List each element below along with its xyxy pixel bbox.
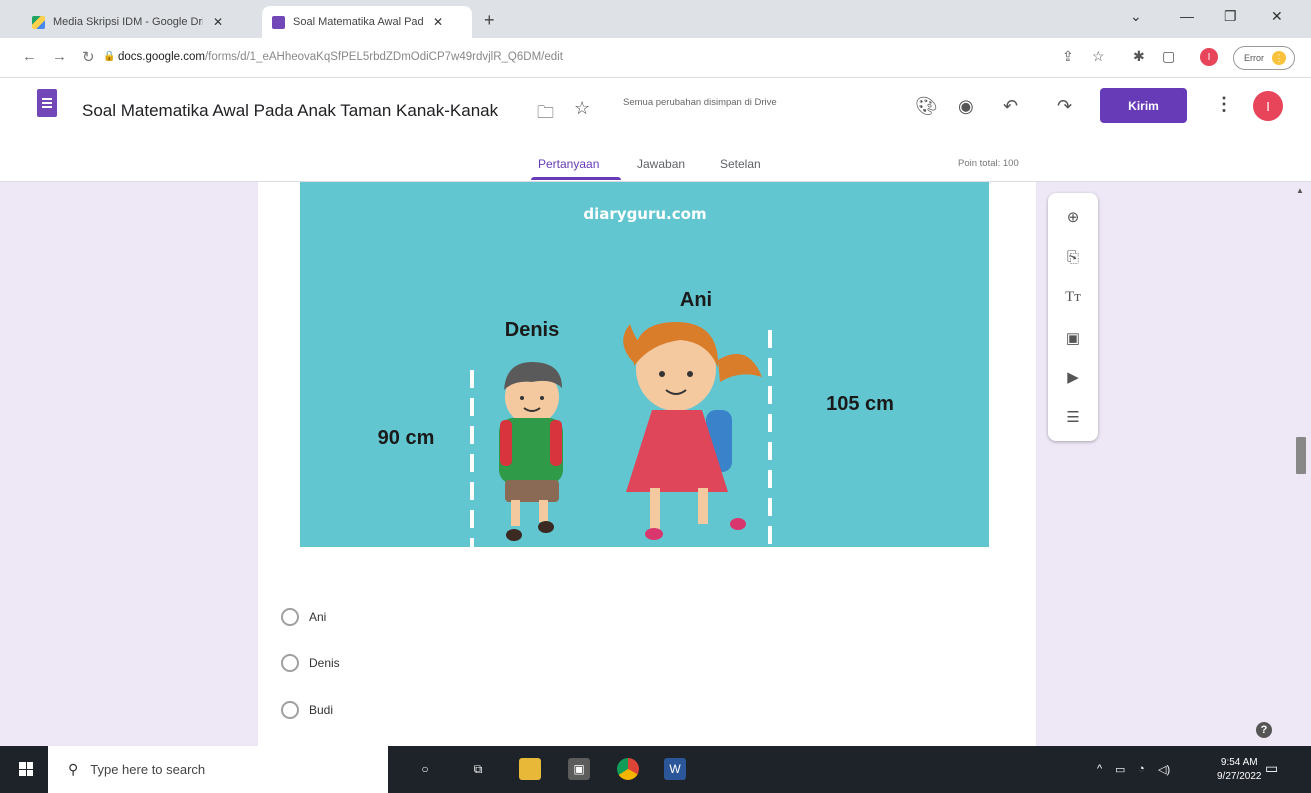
reload-icon[interactable]: ↻ [82, 48, 95, 66]
radio-button[interactable] [281, 608, 299, 626]
star-icon[interactable]: ☆ [574, 98, 590, 119]
clock-time: 9:54 AM [1220, 757, 1258, 768]
new-tab-button[interactable]: + [484, 10, 495, 31]
back-icon[interactable]: ← [22, 48, 37, 65]
forward-icon[interactable]: → [52, 48, 67, 65]
task-view-icon[interactable]: ⧉ [467, 758, 489, 780]
form-title[interactable]: Soal Matematika Awal Pada Anak Taman Kan… [82, 101, 498, 121]
close-tab-icon[interactable]: ✕ [433, 15, 443, 29]
radio-button[interactable] [281, 701, 299, 719]
option-budi[interactable]: Budi [281, 701, 333, 719]
scrollbar-thumb[interactable] [1296, 437, 1306, 474]
cortana-icon[interactable]: ○ [414, 758, 436, 780]
question-toolbar: ⊕ ⎘ Tт ▣ ▶ ☰ [1048, 193, 1098, 441]
add-image-icon[interactable]: ▣ [1061, 326, 1085, 350]
lock-icon[interactable]: 🔒 [103, 51, 115, 62]
error-label: Error [1244, 53, 1264, 63]
save-status: Semua perubahan disimpan di Drive [623, 97, 777, 108]
add-section-icon[interactable]: ☰ [1061, 405, 1085, 429]
extensions-icon[interactable]: ✱ [1133, 48, 1145, 65]
preview-eye-icon[interactable]: ◉ [958, 96, 974, 117]
profile-avatar[interactable]: I [1200, 48, 1218, 66]
url-host: docs.google.com [118, 51, 205, 63]
browser-tab-forms[interactable]: Soal Matematika Awal Pada Anal ✕ [262, 6, 472, 38]
avatar-initial: I [1266, 98, 1270, 114]
label-height-denis: 90 cm [378, 427, 435, 449]
label-height-ani: 105 cm [826, 393, 894, 415]
label-ani: Ani [680, 289, 712, 311]
google-forms-icon [272, 15, 285, 29]
error-button[interactable]: Error ⋮ [1233, 46, 1295, 70]
close-window-button[interactable]: ✕ [1271, 8, 1283, 25]
side-panel-icon[interactable]: ▢ [1162, 48, 1175, 65]
help-icon[interactable]: ? [1256, 722, 1272, 738]
taskbar-search[interactable]: ⚲ Type here to search [48, 746, 388, 793]
tab-jawaban[interactable]: Jawaban [637, 157, 685, 171]
option-label: Ani [309, 610, 327, 624]
taskbar-clock[interactable]: 9:54 AM 9/27/2022 [1217, 756, 1262, 784]
undo-icon[interactable]: ↶ [1003, 96, 1018, 117]
windows-start-icon[interactable] [19, 762, 33, 776]
option-denis[interactable]: Denis [281, 654, 340, 672]
browser-tab-title: Media Skripsi IDM - Google Driv [53, 16, 203, 28]
more-vertical-icon: ⋮ [1272, 51, 1286, 65]
restore-button[interactable]: ❐ [1224, 8, 1237, 25]
word-icon[interactable]: W [664, 758, 686, 780]
redo-icon[interactable]: ↷ [1057, 96, 1072, 117]
file-explorer-icon[interactable] [519, 758, 541, 780]
send-button[interactable]: Kirim [1100, 88, 1187, 123]
network-icon[interactable]: ▭ [1115, 763, 1125, 776]
volume-icon[interactable]: ◁) [1158, 763, 1170, 776]
bookmark-star-icon[interactable]: ☆ [1092, 48, 1105, 65]
browser-tab-drive[interactable]: Media Skripsi IDM - Google Driv ✕ [22, 6, 262, 38]
close-tab-icon[interactable]: ✕ [213, 15, 223, 29]
more-options-icon[interactable]: ⋮ [1215, 94, 1233, 115]
tray-overflow-icon[interactable]: ^ [1097, 763, 1102, 775]
tab-pertanyaan[interactable]: Pertanyaan [538, 157, 599, 171]
tab-search-icon[interactable]: ⌄ [1130, 8, 1142, 25]
search-icon: ⚲ [68, 761, 79, 777]
google-drive-icon [32, 15, 45, 29]
add-title-icon[interactable]: Tт [1061, 285, 1085, 309]
google-forms-logo-icon[interactable] [37, 89, 57, 117]
option-ani[interactable]: Ani [281, 608, 326, 626]
windows-taskbar: ⚲ Type here to search ○ ⧉ ▣ W ^ ▭ ◔ ◁) 9… [0, 746, 1311, 793]
folder-icon[interactable]: 🗀 [537, 100, 554, 129]
add-video-icon[interactable]: ▶ [1061, 365, 1085, 389]
image-watermark: diaryguru.com [583, 205, 706, 223]
address-bar: ← → ↻ 🔒 docs.google.com/forms/d/1_eAHheo… [0, 38, 1311, 78]
active-tab-indicator [531, 177, 621, 180]
url-path: /forms/d/1_eAHheovaKqSfPEL5rbdZDmOdiCP7w… [204, 51, 563, 63]
notification-icon[interactable]: ▭ [1265, 760, 1278, 777]
wifi-icon[interactable]: ◔ [1138, 763, 1145, 775]
chrome-icon[interactable] [617, 758, 639, 780]
browser-tab-title: Soal Matematika Awal Pada Anal [293, 16, 423, 28]
add-question-icon[interactable]: ⊕ [1061, 205, 1085, 229]
points-total: Poin total: 100 [958, 158, 1019, 169]
browser-tab-strip: Media Skripsi IDM - Google Driv ✕ Soal M… [0, 0, 1311, 38]
account-avatar[interactable]: I [1253, 91, 1283, 121]
option-label: Budi [309, 703, 334, 717]
label-denis: Denis [505, 319, 559, 341]
profile-initial: I [1207, 51, 1211, 63]
scroll-up-arrow[interactable]: ▲ [1296, 186, 1304, 195]
forms-header: Soal Matematika Awal Pada Anak Taman Kan… [0, 78, 1311, 182]
option-label: Denis [309, 656, 340, 670]
question-image[interactable]: diaryguru.com Denis Ani 90 cm 105 cm [300, 182, 989, 547]
palette-icon[interactable]: 🎨︎ [915, 96, 938, 117]
share-icon[interactable]: ⇪ [1062, 48, 1074, 65]
url-field[interactable]: docs.google.com/forms/d/1_eAHheovaKqSfPE… [118, 51, 563, 63]
minimize-button[interactable]: — [1180, 8, 1194, 24]
import-questions-icon[interactable]: ⎘ [1061, 245, 1085, 269]
media-app-icon[interactable]: ▣ [568, 758, 590, 780]
radio-button[interactable] [281, 654, 299, 672]
taskbar-search-placeholder: Type here to search [90, 762, 206, 777]
tab-setelan[interactable]: Setelan [720, 157, 761, 171]
clock-date: 9/27/2022 [1217, 771, 1262, 782]
